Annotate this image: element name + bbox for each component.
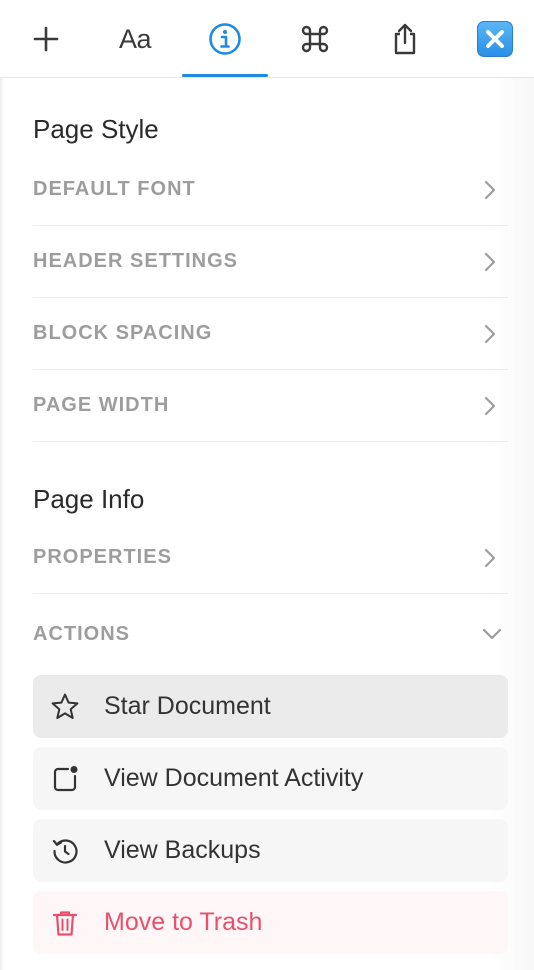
header-settings-row[interactable]: HEADER SETTINGS [33, 226, 508, 298]
row-label: HEADER SETTINGS [33, 250, 239, 272]
row-label: PAGE WIDTH [33, 394, 170, 416]
panel-edge [0, 78, 4, 970]
close-icon [477, 21, 513, 57]
properties-row[interactable]: PROPERTIES [33, 522, 508, 594]
action-label: View Document Activity [104, 764, 364, 792]
shortcuts-tab[interactable] [272, 0, 358, 78]
command-icon [301, 25, 329, 53]
chevron-down-icon [482, 624, 502, 644]
text-format-tab[interactable]: Aa [92, 0, 178, 78]
row-label: ACTIONS [33, 622, 130, 645]
text-format-icon: Aa [118, 23, 152, 54]
view-document-activity-button[interactable]: View Document Activity [33, 747, 508, 810]
share-icon [394, 23, 416, 55]
share-button[interactable] [362, 0, 448, 78]
action-label: Star Document [104, 692, 271, 720]
close-button[interactable] [452, 0, 534, 78]
plus-icon [33, 26, 59, 52]
row-label: PROPERTIES [33, 546, 172, 568]
action-label: Move to Trash [104, 908, 263, 936]
default-font-row[interactable]: DEFAULT FONT [33, 154, 508, 226]
star-icon [50, 692, 80, 722]
view-backups-button[interactable]: View Backups [33, 819, 508, 882]
chevron-right-icon [480, 252, 500, 272]
action-label: View Backups [104, 836, 261, 864]
block-spacing-row[interactable]: BLOCK SPACING [33, 298, 508, 370]
move-to-trash-button[interactable]: Move to Trash [33, 891, 508, 954]
chevron-right-icon [480, 548, 500, 568]
settings-panel: Aa Page Style DEFAULT FONT HEADER SETTIN… [0, 0, 534, 970]
chevron-right-icon [480, 180, 500, 200]
toolbar: Aa [0, 0, 534, 78]
activity-icon [50, 764, 80, 794]
chevron-right-icon [480, 324, 500, 344]
add-button[interactable] [3, 0, 89, 78]
info-tab[interactable] [182, 0, 268, 78]
star-document-button[interactable]: Star Document [33, 675, 508, 738]
row-label: BLOCK SPACING [33, 322, 213, 344]
page-style-title: Page Style [33, 114, 159, 144]
page-info-title: Page Info [33, 484, 145, 514]
backups-icon [50, 836, 80, 866]
page-width-row[interactable]: PAGE WIDTH [33, 370, 508, 442]
active-tab-indicator [182, 74, 268, 77]
info-icon [209, 23, 241, 55]
row-label: DEFAULT FONT [33, 178, 196, 200]
trash-icon [50, 908, 80, 938]
actions-row[interactable]: ACTIONS [33, 598, 508, 670]
chevron-right-icon [480, 396, 500, 416]
